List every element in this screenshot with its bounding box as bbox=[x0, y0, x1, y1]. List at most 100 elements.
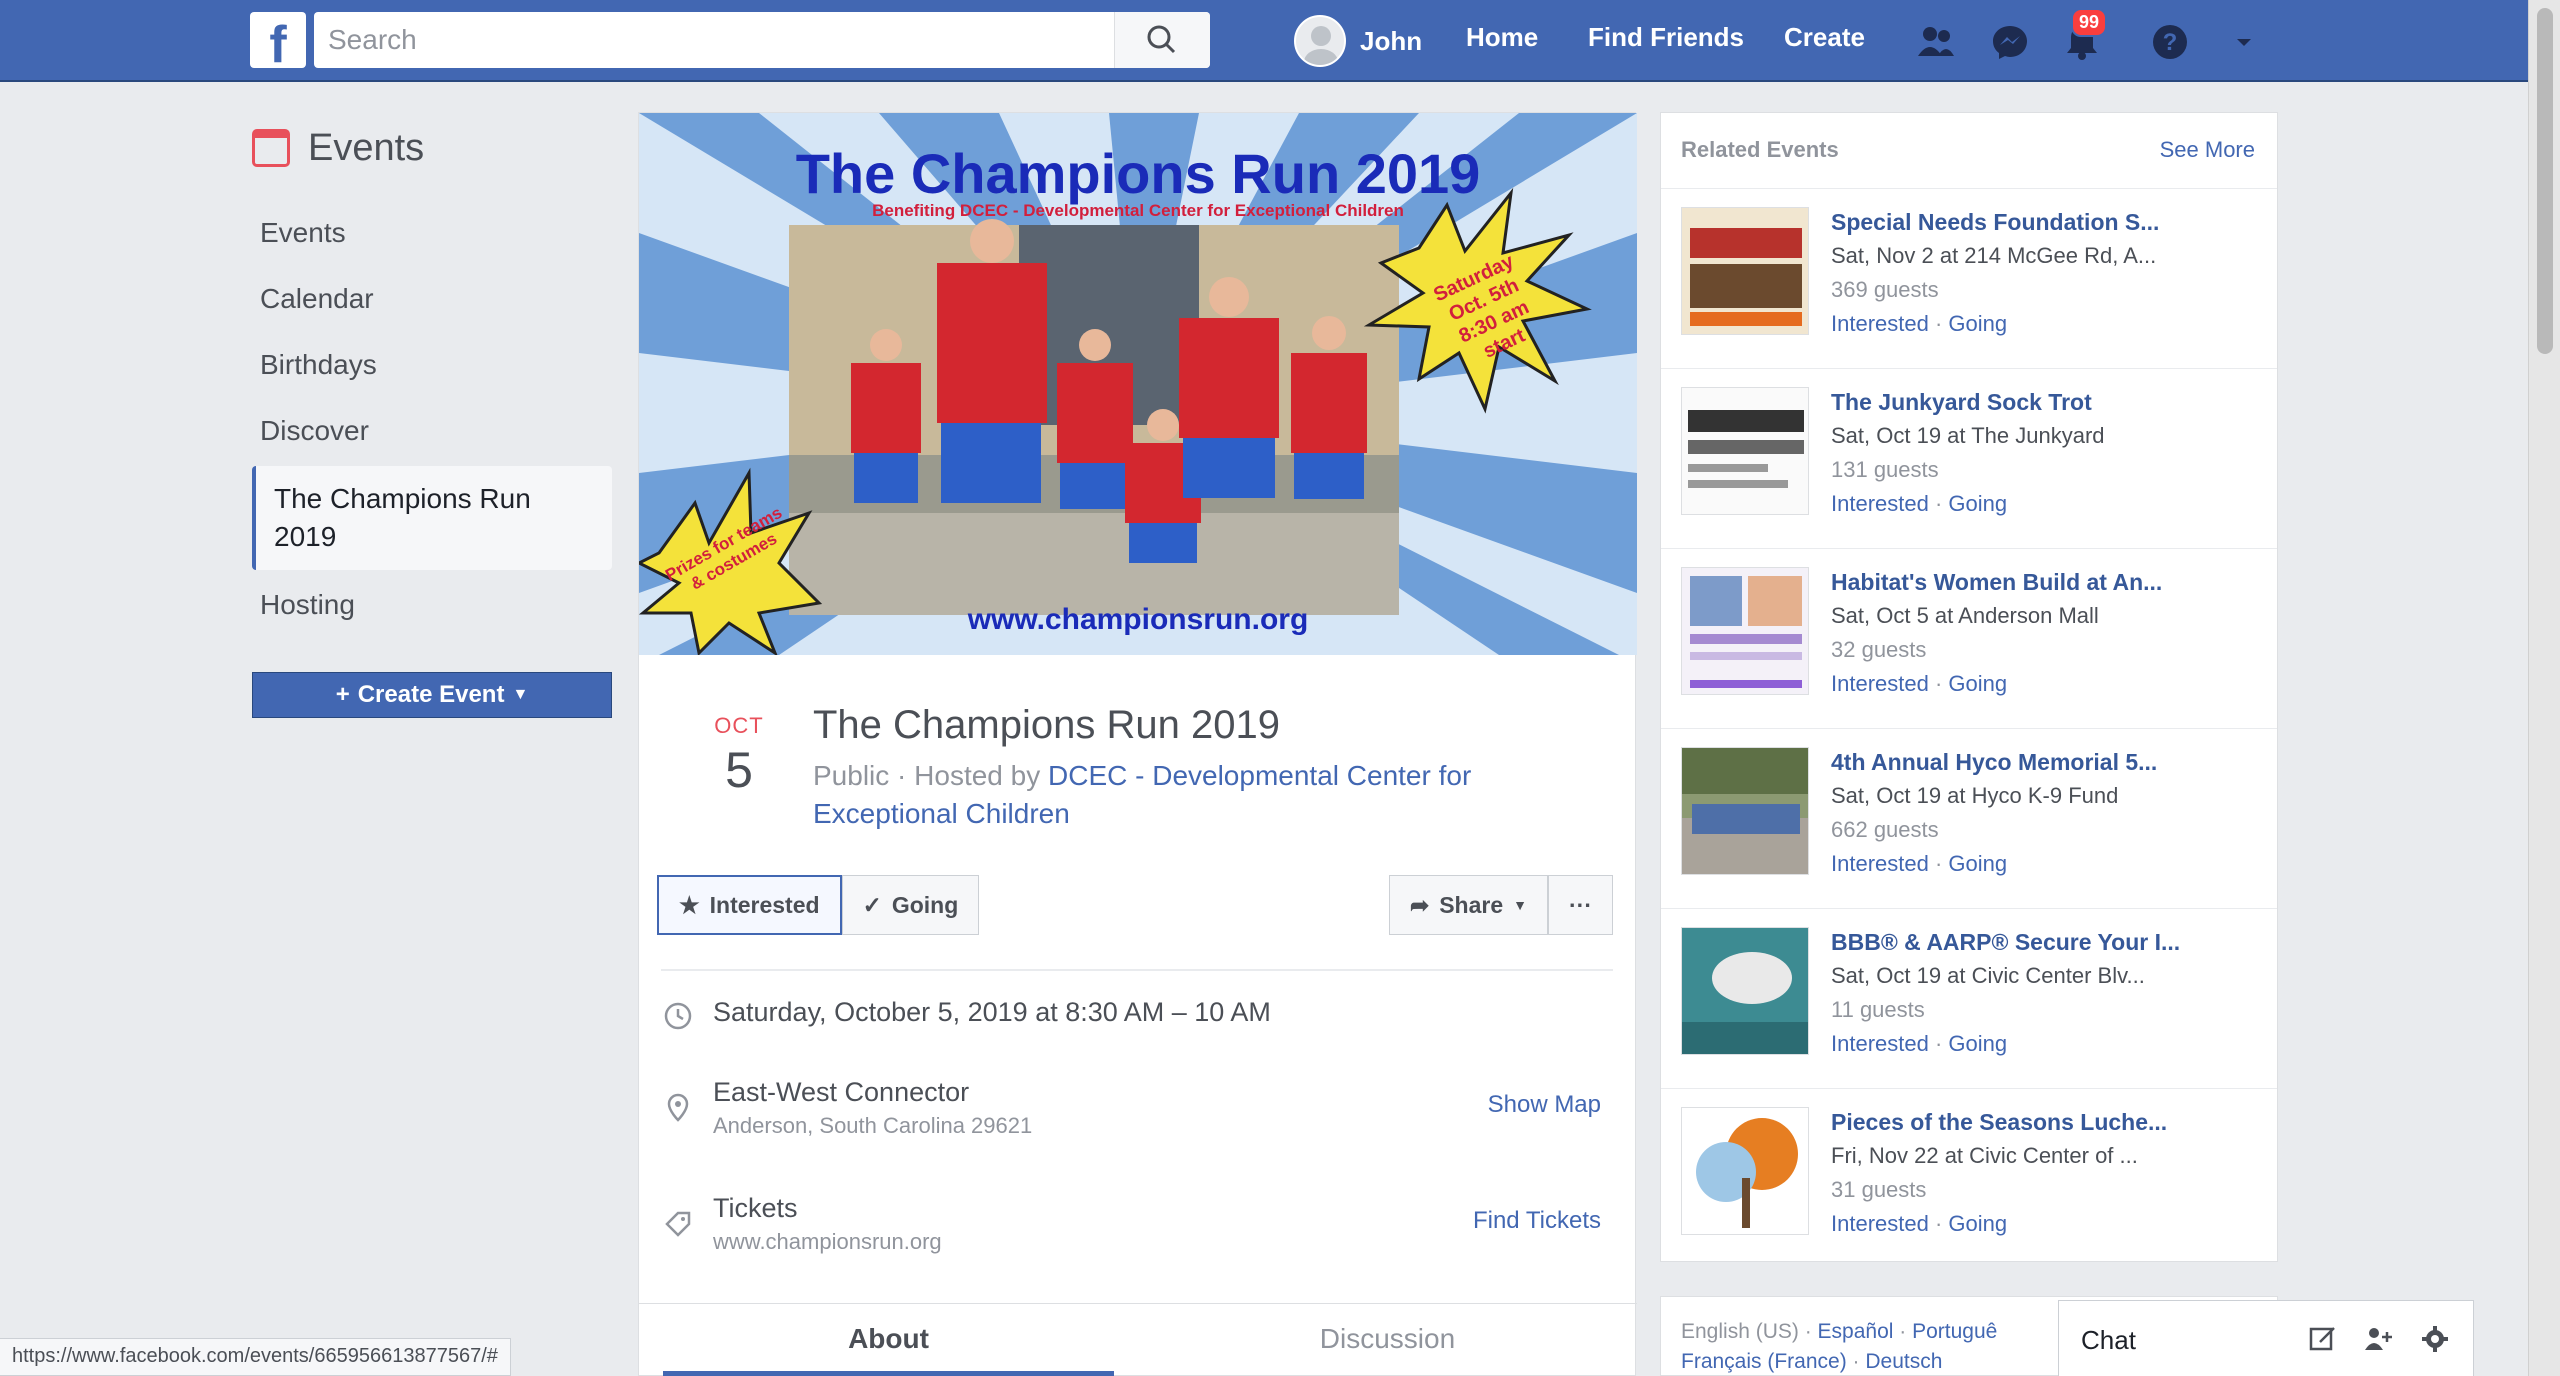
search-button[interactable] bbox=[1114, 12, 1210, 68]
language-link[interactable]: Español bbox=[1818, 1320, 1894, 1343]
messenger-icon[interactable] bbox=[1986, 18, 2034, 66]
related-going-link[interactable]: Going bbox=[1948, 1031, 2007, 1056]
location-pin-icon bbox=[661, 1091, 695, 1125]
related-event-actions: Interested · Going bbox=[1831, 1031, 2008, 1056]
chat-bar[interactable]: Chat bbox=[2058, 1300, 2474, 1376]
search-input[interactable] bbox=[328, 12, 1108, 68]
related-interested-link[interactable]: Interested bbox=[1831, 851, 1929, 876]
chevron-down-icon: ▼ bbox=[512, 686, 529, 703]
events-heading-label: Events bbox=[308, 126, 425, 169]
related-event-actions: Interested · Going bbox=[1831, 671, 2008, 696]
related-event-thumbnail[interactable] bbox=[1681, 927, 1809, 1055]
show-map-link[interactable]: Show Map bbox=[1488, 1091, 1601, 1119]
share-button[interactable]: ➦ Share ▼ bbox=[1388, 875, 1549, 935]
find-tickets-link[interactable]: Find Tickets bbox=[1473, 1207, 1601, 1235]
friend-requests-icon[interactable] bbox=[1912, 18, 1960, 66]
event-privacy: Public · Hosted by bbox=[813, 760, 1048, 791]
related-event-thumbnail[interactable] bbox=[1681, 567, 1809, 695]
related-going-link[interactable]: Going bbox=[1948, 1211, 2007, 1236]
related-event-thumbnail[interactable] bbox=[1681, 747, 1809, 875]
related-going-link[interactable]: Going bbox=[1948, 671, 2007, 696]
related-going-link[interactable]: Going bbox=[1948, 851, 2007, 876]
related-interested-link[interactable]: Interested bbox=[1831, 1031, 1929, 1056]
location-name[interactable]: East-West Connector bbox=[713, 1077, 969, 1108]
profile-link[interactable]: John bbox=[1294, 14, 1422, 68]
related-event-name[interactable]: BBB® & AARP® Secure Your I... bbox=[1831, 929, 2261, 956]
related-event-guests: 11 guests bbox=[1831, 997, 1925, 1022]
create-event-button[interactable]: + Create Event ▼ bbox=[252, 672, 612, 718]
page-scrollbar[interactable] bbox=[2528, 0, 2560, 1376]
new-group-icon[interactable] bbox=[2363, 1323, 2395, 1355]
related-going-link[interactable]: Going bbox=[1948, 311, 2007, 336]
tickets-url[interactable]: www.championsrun.org bbox=[713, 1229, 942, 1255]
find-friends-link[interactable]: Find Friends bbox=[1588, 22, 1744, 53]
related-event-meta: Sat, Oct 19 at Civic Center Blv... bbox=[1831, 963, 2145, 988]
related-event-thumbnail[interactable] bbox=[1681, 387, 1809, 515]
ticket-tag-icon bbox=[661, 1207, 695, 1241]
related-event-name[interactable]: 4th Annual Hyco Memorial 5... bbox=[1831, 749, 2261, 776]
event-title: The Champions Run 2019 bbox=[813, 703, 1280, 747]
scrollbar-thumb[interactable] bbox=[2537, 8, 2553, 354]
related-event-item[interactable]: 4th Annual Hyco Memorial 5... Sat, Oct 1… bbox=[1661, 729, 2277, 909]
sidebar-item-events[interactable]: Events bbox=[252, 200, 612, 266]
create-event-label: Create Event bbox=[357, 681, 505, 708]
chat-label: Chat bbox=[2081, 1325, 2136, 1355]
related-event-name[interactable]: Special Needs Foundation S... bbox=[1831, 209, 2261, 236]
sidebar-item-calendar[interactable]: Calendar bbox=[252, 266, 612, 332]
related-interested-link[interactable]: Interested bbox=[1831, 671, 1929, 696]
see-more-link[interactable]: See More bbox=[2160, 137, 2255, 163]
chat-settings-gear-icon[interactable] bbox=[2419, 1323, 2451, 1355]
tab-discussion[interactable]: Discussion bbox=[1138, 1304, 1637, 1376]
related-events-title: Related Events bbox=[1681, 137, 1839, 162]
related-event-meta: Sat, Oct 19 at The Junkyard bbox=[1831, 423, 2105, 448]
event-location-row: East-West Connector Anderson, South Caro… bbox=[661, 1077, 1613, 1157]
language-link[interactable]: Deutsch bbox=[1865, 1350, 1942, 1373]
language-link[interactable]: English (US) bbox=[1681, 1320, 1799, 1343]
related-event-actions: Interested · Going bbox=[1831, 311, 2008, 336]
related-event-item[interactable]: Special Needs Foundation S... Sat, Nov 2… bbox=[1661, 189, 2277, 369]
sidebar-item-discover[interactable]: Discover bbox=[252, 398, 612, 464]
related-events-card: Related Events See More Special Needs Fo… bbox=[1660, 112, 2278, 1262]
new-message-icon[interactable] bbox=[2307, 1323, 2339, 1355]
help-icon[interactable]: ? bbox=[2146, 18, 2194, 66]
related-interested-link[interactable]: Interested bbox=[1831, 491, 1929, 516]
tab-about[interactable]: About bbox=[639, 1304, 1138, 1376]
related-event-item[interactable]: Habitat's Women Build at An... Sat, Oct … bbox=[1661, 549, 2277, 729]
related-interested-link[interactable]: Interested bbox=[1831, 311, 1929, 336]
related-interested-link[interactable]: Interested bbox=[1831, 1211, 1929, 1236]
sidebar-item-current-event[interactable]: The Champions Run 2019 bbox=[252, 466, 612, 570]
search-box bbox=[314, 12, 1210, 68]
language-link[interactable]: Français (France) bbox=[1681, 1350, 1847, 1373]
related-going-link[interactable]: Going bbox=[1948, 491, 2007, 516]
event-cover-photo[interactable]: The Champions Run 2019 Benefiting DCEC -… bbox=[639, 113, 1637, 655]
interested-label: Interested bbox=[709, 891, 820, 918]
related-event-name[interactable]: Pieces of the Seasons Luche... bbox=[1831, 1109, 2261, 1136]
notification-badge: 99 bbox=[2071, 8, 2108, 37]
event-tickets-row: Tickets www.championsrun.org Find Ticket… bbox=[661, 1193, 1613, 1273]
home-link[interactable]: Home bbox=[1466, 22, 1538, 53]
related-event-thumbnail[interactable] bbox=[1681, 1107, 1809, 1235]
related-event-name[interactable]: Habitat's Women Build at An... bbox=[1831, 569, 2261, 596]
create-link[interactable]: Create bbox=[1784, 22, 1865, 53]
top-nav-bar: f John Home Find Friends Create 99 ? bbox=[0, 0, 2528, 82]
related-event-item[interactable]: BBB® & AARP® Secure Your I... Sat, Oct 1… bbox=[1661, 909, 2277, 1089]
plus-icon: + bbox=[335, 681, 350, 708]
event-host-line: Public · Hosted by DCEC - Developmental … bbox=[813, 757, 1533, 833]
more-options-button[interactable]: ··· bbox=[1548, 875, 1613, 935]
related-events-header: Related Events See More bbox=[1661, 113, 2277, 189]
sidebar-item-hosting[interactable]: Hosting bbox=[252, 572, 612, 638]
related-event-guests: 31 guests bbox=[1831, 1177, 1927, 1202]
language-link[interactable]: Portuguê bbox=[1912, 1320, 1997, 1343]
event-tabs: About Discussion bbox=[639, 1303, 1637, 1376]
location-address: Anderson, South Carolina 29621 bbox=[713, 1113, 1033, 1138]
related-event-name[interactable]: The Junkyard Sock Trot bbox=[1831, 389, 2261, 416]
sidebar-item-birthdays[interactable]: Birthdays bbox=[252, 332, 612, 398]
interested-button[interactable]: ★ Interested bbox=[657, 875, 842, 935]
related-event-item[interactable]: Pieces of the Seasons Luche... Fri, Nov … bbox=[1661, 1089, 2277, 1269]
related-event-item[interactable]: The Junkyard Sock Trot Sat, Oct 19 at Th… bbox=[1661, 369, 2277, 549]
account-menu-icon[interactable] bbox=[2220, 18, 2268, 66]
related-event-thumbnail[interactable] bbox=[1681, 207, 1809, 335]
events-heading[interactable]: Events bbox=[252, 118, 612, 178]
facebook-logo-icon[interactable]: f bbox=[250, 12, 306, 68]
going-button[interactable]: ✓ Going bbox=[841, 875, 980, 935]
